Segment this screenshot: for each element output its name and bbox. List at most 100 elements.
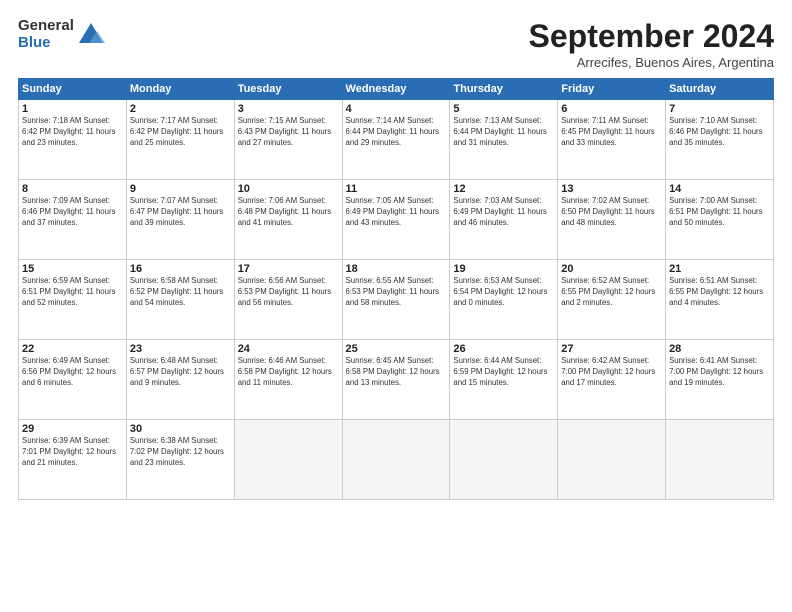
day-number: 4 (346, 103, 447, 115)
calendar-day: 25Sunrise: 6:45 AM Sunset: 6:58 PM Dayli… (342, 340, 450, 420)
day-number: 28 (669, 343, 770, 355)
day-info: Sunrise: 7:14 AM Sunset: 6:44 PM Dayligh… (346, 116, 447, 149)
day-info: Sunrise: 6:48 AM Sunset: 6:57 PM Dayligh… (130, 356, 231, 389)
calendar-day: 8Sunrise: 7:09 AM Sunset: 6:46 PM Daylig… (19, 180, 127, 260)
day-info: Sunrise: 7:17 AM Sunset: 6:42 PM Dayligh… (130, 116, 231, 149)
header-monday: Monday (126, 79, 234, 100)
calendar-day: 23Sunrise: 6:48 AM Sunset: 6:57 PM Dayli… (126, 340, 234, 420)
calendar-week-3: 15Sunrise: 6:59 AM Sunset: 6:51 PM Dayli… (19, 260, 774, 340)
logo-general: General (18, 18, 74, 35)
header-thursday: Thursday (450, 79, 558, 100)
calendar-day (558, 420, 666, 500)
day-info: Sunrise: 7:11 AM Sunset: 6:45 PM Dayligh… (561, 116, 662, 149)
day-number: 15 (22, 263, 123, 275)
day-info: Sunrise: 7:06 AM Sunset: 6:48 PM Dayligh… (238, 196, 339, 229)
day-info: Sunrise: 7:07 AM Sunset: 6:47 PM Dayligh… (130, 196, 231, 229)
calendar-day (342, 420, 450, 500)
day-number: 7 (669, 103, 770, 115)
calendar-day: 11Sunrise: 7:05 AM Sunset: 6:49 PM Dayli… (342, 180, 450, 260)
calendar-day: 15Sunrise: 6:59 AM Sunset: 6:51 PM Dayli… (19, 260, 127, 340)
header: General Blue September 2024 Arrecifes, B… (18, 18, 774, 70)
day-number: 9 (130, 183, 231, 195)
calendar-day: 12Sunrise: 7:03 AM Sunset: 6:49 PM Dayli… (450, 180, 558, 260)
calendar-day: 7Sunrise: 7:10 AM Sunset: 6:46 PM Daylig… (666, 100, 774, 180)
day-number: 8 (22, 183, 123, 195)
day-info: Sunrise: 6:38 AM Sunset: 7:02 PM Dayligh… (130, 436, 231, 469)
calendar-day (234, 420, 342, 500)
calendar-day: 18Sunrise: 6:55 AM Sunset: 6:53 PM Dayli… (342, 260, 450, 340)
logo-icon (77, 21, 105, 49)
day-number: 1 (22, 103, 123, 115)
header-tuesday: Tuesday (234, 79, 342, 100)
day-number: 6 (561, 103, 662, 115)
calendar-day: 29Sunrise: 6:39 AM Sunset: 7:01 PM Dayli… (19, 420, 127, 500)
header-friday: Friday (558, 79, 666, 100)
weekday-header-row: Sunday Monday Tuesday Wednesday Thursday… (19, 79, 774, 100)
day-info: Sunrise: 6:46 AM Sunset: 6:58 PM Dayligh… (238, 356, 339, 389)
day-number: 27 (561, 343, 662, 355)
day-info: Sunrise: 6:42 AM Sunset: 7:00 PM Dayligh… (561, 356, 662, 389)
day-number: 24 (238, 343, 339, 355)
day-number: 5 (453, 103, 554, 115)
calendar-day: 16Sunrise: 6:58 AM Sunset: 6:52 PM Dayli… (126, 260, 234, 340)
calendar-week-5: 29Sunrise: 6:39 AM Sunset: 7:01 PM Dayli… (19, 420, 774, 500)
day-info: Sunrise: 6:59 AM Sunset: 6:51 PM Dayligh… (22, 276, 123, 309)
day-info: Sunrise: 6:53 AM Sunset: 6:54 PM Dayligh… (453, 276, 554, 309)
month-title: September 2024 (529, 18, 774, 55)
day-number: 30 (130, 423, 231, 435)
calendar-day: 22Sunrise: 6:49 AM Sunset: 6:56 PM Dayli… (19, 340, 127, 420)
day-info: Sunrise: 7:05 AM Sunset: 6:49 PM Dayligh… (346, 196, 447, 229)
calendar-day: 27Sunrise: 6:42 AM Sunset: 7:00 PM Dayli… (558, 340, 666, 420)
day-number: 17 (238, 263, 339, 275)
calendar-day: 14Sunrise: 7:00 AM Sunset: 6:51 PM Dayli… (666, 180, 774, 260)
day-info: Sunrise: 7:00 AM Sunset: 6:51 PM Dayligh… (669, 196, 770, 229)
calendar-day: 3Sunrise: 7:15 AM Sunset: 6:43 PM Daylig… (234, 100, 342, 180)
day-number: 26 (453, 343, 554, 355)
logo: General Blue (18, 18, 105, 51)
day-info: Sunrise: 7:15 AM Sunset: 6:43 PM Dayligh… (238, 116, 339, 149)
page: General Blue September 2024 Arrecifes, B… (0, 0, 792, 612)
day-info: Sunrise: 6:39 AM Sunset: 7:01 PM Dayligh… (22, 436, 123, 469)
logo-blue: Blue (18, 35, 74, 52)
day-info: Sunrise: 6:41 AM Sunset: 7:00 PM Dayligh… (669, 356, 770, 389)
calendar-day: 10Sunrise: 7:06 AM Sunset: 6:48 PM Dayli… (234, 180, 342, 260)
day-info: Sunrise: 7:10 AM Sunset: 6:46 PM Dayligh… (669, 116, 770, 149)
calendar-day: 21Sunrise: 6:51 AM Sunset: 6:55 PM Dayli… (666, 260, 774, 340)
title-block: September 2024 Arrecifes, Buenos Aires, … (529, 18, 774, 70)
day-number: 13 (561, 183, 662, 195)
calendar-day (666, 420, 774, 500)
calendar-week-4: 22Sunrise: 6:49 AM Sunset: 6:56 PM Dayli… (19, 340, 774, 420)
calendar-day: 9Sunrise: 7:07 AM Sunset: 6:47 PM Daylig… (126, 180, 234, 260)
day-info: Sunrise: 7:02 AM Sunset: 6:50 PM Dayligh… (561, 196, 662, 229)
calendar-day: 19Sunrise: 6:53 AM Sunset: 6:54 PM Dayli… (450, 260, 558, 340)
day-info: Sunrise: 6:58 AM Sunset: 6:52 PM Dayligh… (130, 276, 231, 309)
header-wednesday: Wednesday (342, 79, 450, 100)
day-number: 29 (22, 423, 123, 435)
calendar-day: 5Sunrise: 7:13 AM Sunset: 6:44 PM Daylig… (450, 100, 558, 180)
day-info: Sunrise: 7:09 AM Sunset: 6:46 PM Dayligh… (22, 196, 123, 229)
day-info: Sunrise: 6:55 AM Sunset: 6:53 PM Dayligh… (346, 276, 447, 309)
calendar-day: 1Sunrise: 7:18 AM Sunset: 6:42 PM Daylig… (19, 100, 127, 180)
day-number: 10 (238, 183, 339, 195)
day-number: 25 (346, 343, 447, 355)
calendar-day (450, 420, 558, 500)
location-subtitle: Arrecifes, Buenos Aires, Argentina (529, 55, 774, 70)
calendar-day: 28Sunrise: 6:41 AM Sunset: 7:00 PM Dayli… (666, 340, 774, 420)
calendar-day: 2Sunrise: 7:17 AM Sunset: 6:42 PM Daylig… (126, 100, 234, 180)
day-number: 22 (22, 343, 123, 355)
calendar-week-2: 8Sunrise: 7:09 AM Sunset: 6:46 PM Daylig… (19, 180, 774, 260)
day-number: 2 (130, 103, 231, 115)
calendar-day: 4Sunrise: 7:14 AM Sunset: 6:44 PM Daylig… (342, 100, 450, 180)
day-number: 3 (238, 103, 339, 115)
day-number: 12 (453, 183, 554, 195)
header-saturday: Saturday (666, 79, 774, 100)
calendar-day: 20Sunrise: 6:52 AM Sunset: 6:55 PM Dayli… (558, 260, 666, 340)
day-info: Sunrise: 6:56 AM Sunset: 6:53 PM Dayligh… (238, 276, 339, 309)
day-number: 21 (669, 263, 770, 275)
calendar-week-1: 1Sunrise: 7:18 AM Sunset: 6:42 PM Daylig… (19, 100, 774, 180)
day-info: Sunrise: 6:52 AM Sunset: 6:55 PM Dayligh… (561, 276, 662, 309)
day-info: Sunrise: 7:03 AM Sunset: 6:49 PM Dayligh… (453, 196, 554, 229)
day-info: Sunrise: 6:44 AM Sunset: 6:59 PM Dayligh… (453, 356, 554, 389)
day-number: 20 (561, 263, 662, 275)
calendar-day: 26Sunrise: 6:44 AM Sunset: 6:59 PM Dayli… (450, 340, 558, 420)
